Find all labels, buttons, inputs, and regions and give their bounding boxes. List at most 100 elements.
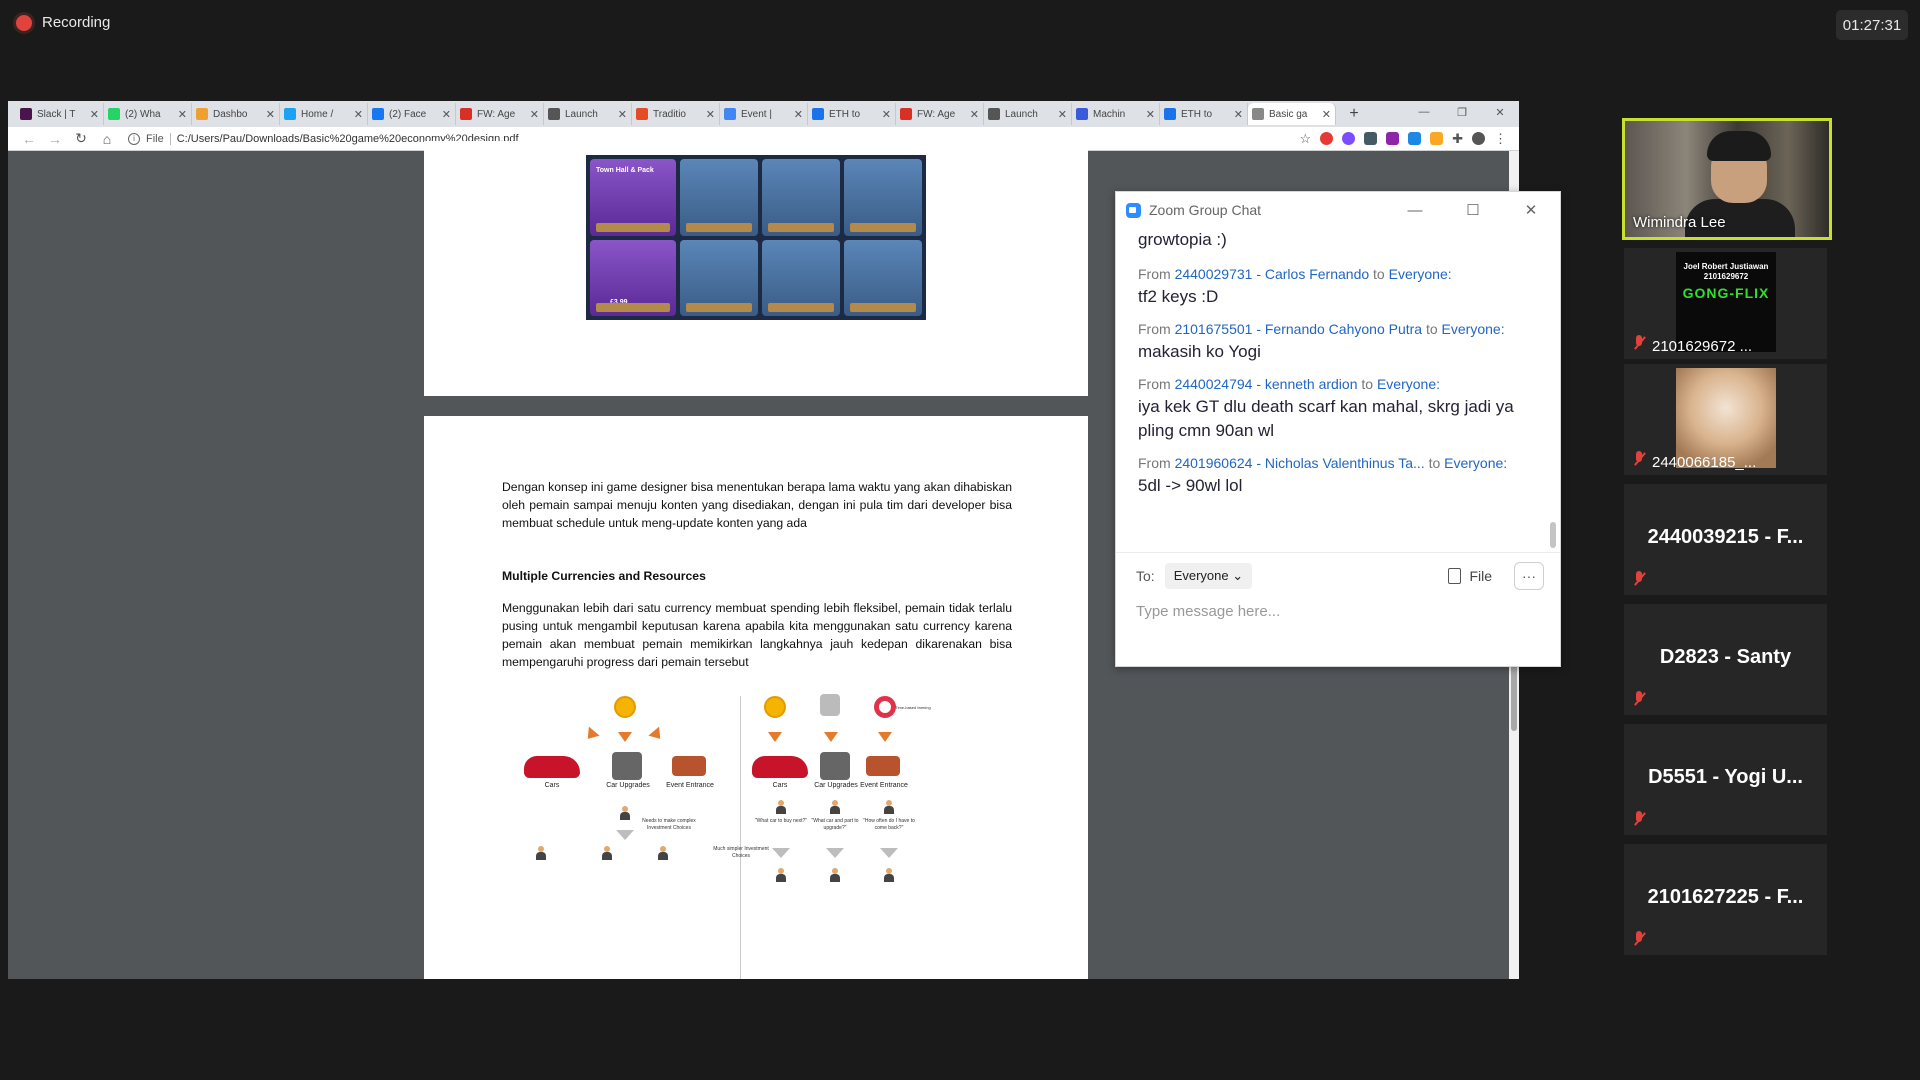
participant-tile[interactable]: 2101627225 - F... xyxy=(1624,844,1827,955)
poster-text: Joel Robert Justiawan 2101629672 xyxy=(1676,262,1776,282)
tab-title: Machin xyxy=(1093,108,1126,120)
browser-tab[interactable]: Slack | T ✕ xyxy=(16,103,104,125)
minimize-icon[interactable]: — xyxy=(1386,192,1444,228)
tab-close-icon[interactable]: ✕ xyxy=(882,108,891,121)
favicon-icon xyxy=(636,108,648,120)
more-options-button[interactable]: ··· xyxy=(1514,562,1544,590)
tab-title: FW: Age xyxy=(917,108,956,120)
recording-indicator[interactable]: Recording xyxy=(16,14,110,31)
favicon-icon xyxy=(460,108,472,120)
participant-video-active[interactable]: Wimindra Lee xyxy=(1622,118,1832,240)
browser-tab[interactable]: ETH to ✕ xyxy=(808,103,896,125)
tab-close-icon[interactable]: ✕ xyxy=(266,108,275,121)
participant-tile[interactable]: D5551 - Yogi U... xyxy=(1624,724,1827,835)
participant-tile[interactable]: 2440039215 - F... xyxy=(1624,484,1827,595)
tab-close-icon[interactable]: ✕ xyxy=(354,108,363,121)
reload-icon[interactable]: ↻ xyxy=(68,130,94,147)
browser-tab[interactable]: ETH to ✕ xyxy=(1160,103,1248,125)
message-sender[interactable]: 2440029731 - Carlos Fernando xyxy=(1175,266,1370,282)
browser-tab[interactable]: Dashbo ✕ xyxy=(192,103,280,125)
favicon-icon xyxy=(372,108,384,120)
participant-tile[interactable]: D2823 - Santy xyxy=(1624,604,1827,715)
store-cell xyxy=(761,239,840,316)
tab-close-icon[interactable]: ✕ xyxy=(970,108,979,121)
tab-title: Slack | T xyxy=(37,108,76,120)
extension-icon[interactable] xyxy=(1430,132,1444,145)
message-sender[interactable]: 2401960624 - Nicholas Valenthinus Ta... xyxy=(1175,455,1425,471)
puzzle-icon[interactable]: ✚ xyxy=(1452,131,1463,147)
star-icon[interactable]: ☆ xyxy=(1299,131,1311,147)
tab-close-icon[interactable]: ✕ xyxy=(178,108,187,121)
tab-close-icon[interactable]: ✕ xyxy=(90,108,99,121)
browser-tab[interactable]: Basic ga ✕ xyxy=(1248,103,1336,125)
info-icon[interactable]: i xyxy=(128,132,140,145)
browser-tab[interactable]: Event | ✕ xyxy=(720,103,808,125)
new-tab-button[interactable]: + xyxy=(1344,105,1364,123)
participant-name: 2101629672 ... xyxy=(1652,338,1753,355)
extension-icon[interactable] xyxy=(1364,132,1378,145)
browser-tab[interactable]: Traditio ✕ xyxy=(632,103,720,125)
store-pack-title: Town Hall & Pack xyxy=(596,167,654,174)
recipient-select[interactable]: Everyone ⌄ xyxy=(1164,563,1253,589)
game-store-image: Town Hall & Pack £3.99 xyxy=(586,155,926,320)
tab-close-icon[interactable]: ✕ xyxy=(1234,108,1243,121)
tab-close-icon[interactable]: ✕ xyxy=(442,108,451,121)
participant-tile[interactable]: 2440066185_... xyxy=(1624,364,1827,475)
close-icon[interactable]: ✕ xyxy=(1502,192,1560,228)
menu-icon[interactable]: ⋮ xyxy=(1494,131,1507,147)
browser-tab[interactable]: (2) Wha ✕ xyxy=(104,103,192,125)
tab-close-icon[interactable]: ✕ xyxy=(1146,108,1155,121)
browser-tab[interactable]: Launch ✕ xyxy=(544,103,632,125)
tab-close-icon[interactable]: ✕ xyxy=(530,108,539,121)
adblock-icon[interactable] xyxy=(1320,132,1334,145)
message-sender[interactable]: 2101675501 - Fernando Cahyono Putra xyxy=(1175,321,1423,337)
tab-title: Traditio xyxy=(653,108,686,120)
browser-tab[interactable]: (2) Face ✕ xyxy=(368,103,456,125)
from-label: From xyxy=(1138,455,1171,471)
extension-icon[interactable] xyxy=(1408,132,1422,145)
tab-close-icon[interactable]: ✕ xyxy=(1322,108,1331,121)
forward-icon[interactable]: → xyxy=(42,131,68,147)
tab-close-icon[interactable]: ✕ xyxy=(618,108,627,121)
store-pack-price: £3.99 xyxy=(610,299,628,306)
browser-tab[interactable]: Launch ✕ xyxy=(984,103,1072,125)
chat-message: From 2101675501 - Fernando Cahyono Putra… xyxy=(1138,321,1546,364)
minimize-icon[interactable]: — xyxy=(1405,101,1443,123)
avatar[interactable] xyxy=(1472,132,1485,145)
tab-close-icon[interactable]: ✕ xyxy=(706,108,715,121)
message-sender[interactable]: 2440024794 - kenneth ardion xyxy=(1175,376,1358,392)
person-icon xyxy=(536,846,546,860)
url-divider xyxy=(169,132,171,145)
record-icon xyxy=(16,14,32,31)
browser-tab[interactable]: Home / ✕ xyxy=(280,103,368,125)
paragraph: Menggunakan lebih dari satu currency mem… xyxy=(502,601,1012,669)
message-input[interactable]: Type message here... xyxy=(1136,603,1280,620)
tab-close-icon[interactable]: ✕ xyxy=(1058,108,1067,121)
browser-tab[interactable]: FW: Age ✕ xyxy=(896,103,984,125)
file-button[interactable]: File xyxy=(1448,568,1492,584)
arrow-icon xyxy=(772,848,790,858)
arrow-icon xyxy=(878,732,892,742)
engine-icon xyxy=(820,752,850,780)
engine-icon xyxy=(612,752,642,780)
message-recipient: Everyone: xyxy=(1444,455,1508,471)
home-icon[interactable]: ⌂ xyxy=(94,131,120,147)
paragraph: Dengan konsep ini game designer bisa men… xyxy=(502,480,1012,530)
recording-label: Recording xyxy=(42,14,111,31)
restore-icon[interactable]: ❐ xyxy=(1443,101,1481,123)
participant-name: 2440066185_... xyxy=(1652,454,1757,471)
arrow-icon xyxy=(880,848,898,858)
diagram-note: "What car and part to upgrade?" xyxy=(811,818,859,831)
chat-scroll-thumb[interactable] xyxy=(1550,522,1556,548)
participant-tile[interactable]: Joel Robert Justiawan 2101629672 GONG-FLI… xyxy=(1624,248,1827,359)
back-icon[interactable]: ← xyxy=(16,131,42,147)
tab-close-icon[interactable]: ✕ xyxy=(794,108,803,121)
close-icon[interactable]: ✕ xyxy=(1481,101,1519,123)
message-text: tf2 keys :D xyxy=(1138,287,1219,306)
person-icon xyxy=(602,846,612,860)
extension-icon[interactable] xyxy=(1386,132,1400,145)
browser-tab[interactable]: Machin ✕ xyxy=(1072,103,1160,125)
extension-icon[interactable] xyxy=(1342,132,1356,145)
maximize-icon[interactable]: ☐ xyxy=(1444,192,1502,228)
browser-tab[interactable]: FW: Age ✕ xyxy=(456,103,544,125)
